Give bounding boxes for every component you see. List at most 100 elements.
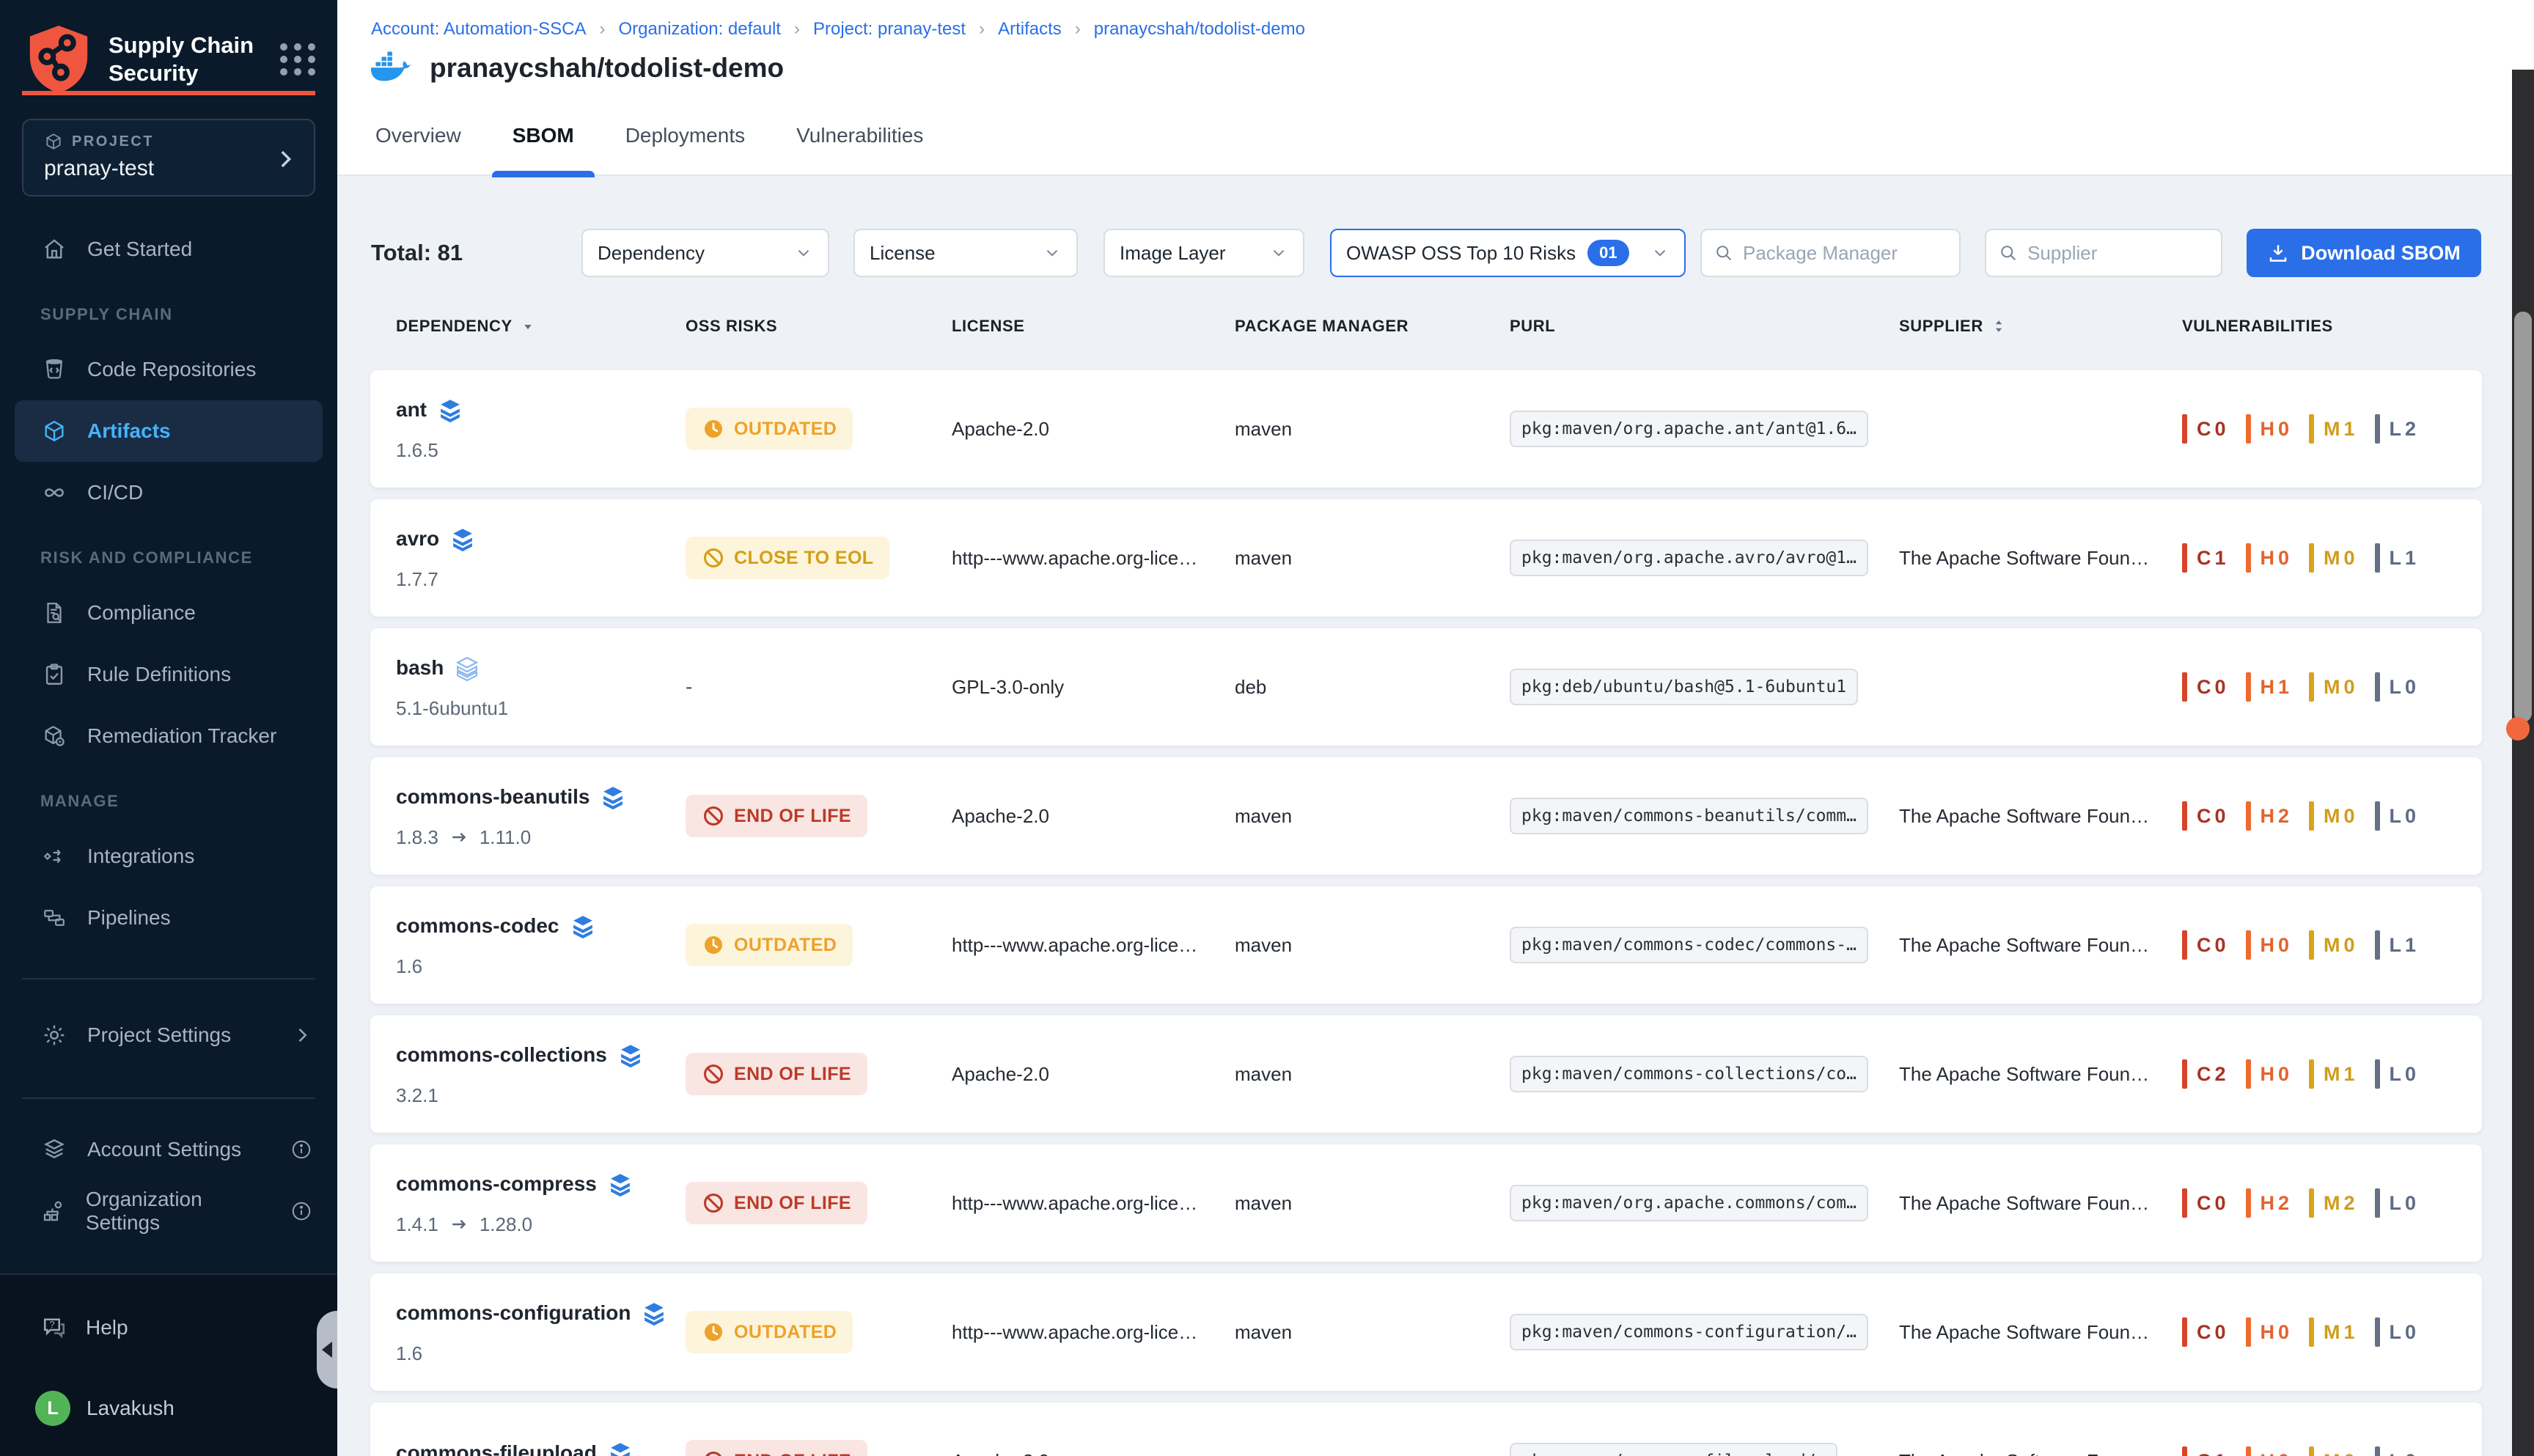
purl-value[interactable]: pkg:maven/commons-collections/co…: [1510, 1056, 1868, 1092]
sidebar-item-code-repositories[interactable]: Code Repositories: [0, 339, 337, 400]
download-sbom-button[interactable]: Download SBOM: [2247, 229, 2481, 277]
table-row-ant[interactable]: ant1.6.5OUTDATEDApache-2.0mavenpkg:maven…: [370, 370, 2482, 488]
table-row-commons-beanutils[interactable]: commons-beanutils1.8.31.11.0END OF LIFEA…: [370, 757, 2482, 875]
layers-icon: [617, 1042, 644, 1068]
oss-risk-label: END OF LIFE: [734, 1451, 851, 1456]
sidebar-item-rule-definitions[interactable]: Rule Definitions: [0, 644, 337, 705]
layers-icon: [607, 1171, 634, 1197]
dependency-name: ant: [396, 398, 427, 422]
image-layer-filter-dropdown[interactable]: Image Layer: [1103, 229, 1304, 277]
purl-value[interactable]: pkg:maven/org.apache.avro/avro@1…: [1510, 540, 1868, 576]
table-row-bash[interactable]: bash5.1-6ubuntu1-GPL-3.0-onlydebpkg:deb/…: [370, 628, 2482, 746]
oss-risks-cell: END OF LIFE: [686, 1015, 867, 1133]
column-supplier[interactable]: SUPPLIER: [1899, 317, 2007, 336]
low-count: L0: [2375, 801, 2420, 831]
sidebar-item-label: Rule Definitions: [87, 663, 231, 686]
table-row-commons-collections[interactable]: commons-collections3.2.1END OF LIFEApach…: [370, 1015, 2482, 1133]
owasp-oss-risks-filter-dropdown[interactable]: OWASP OSS Top 10 Risks 01: [1330, 229, 1686, 277]
sidebar: Supply Chain Security PROJECT pranay-tes…: [0, 0, 337, 1456]
sidebar-item-help[interactable]: ? Help: [0, 1297, 337, 1358]
oss-risk-empty: -: [686, 675, 692, 699]
table-row-commons-fileupload[interactable]: commons-fileuploadEND OF LIFEApache-2.0p…: [370, 1402, 2482, 1456]
table-row-commons-codec[interactable]: commons-codec1.6OUTDATEDhttp---www.apach…: [370, 886, 2482, 1004]
sidebar-item-ci-cd[interactable]: CI/CD: [0, 462, 337, 523]
dependency-cell: commons-fileupload: [396, 1402, 634, 1456]
filter-count-badge: 01: [1587, 240, 1628, 266]
table-row-commons-compress[interactable]: commons-compress1.4.11.28.0END OF LIFEht…: [370, 1144, 2482, 1262]
purl-value[interactable]: pkg:deb/ubuntu/bash@5.1-6ubuntu1: [1510, 669, 1858, 705]
scrollbar[interactable]: [2512, 70, 2534, 1456]
breadcrumb-account[interactable]: Account: Automation-SSCA: [371, 19, 586, 40]
tab-vulnerabilities[interactable]: Vulnerabilities: [792, 95, 928, 176]
table-row-commons-configuration[interactable]: commons-configuration1.6OUTDATEDhttp---w…: [370, 1273, 2482, 1391]
purl-value[interactable]: pkg:maven/org.apache.commons/com…: [1510, 1185, 1868, 1221]
sidebar-item-get-started[interactable]: Get Started: [0, 218, 337, 280]
user-menu[interactable]: L Lavakush: [0, 1378, 337, 1439]
high-count: H1: [2246, 672, 2294, 702]
high-count: H0: [2246, 1446, 2294, 1456]
purl-value[interactable]: pkg:maven/commons-codec/commons-…: [1510, 927, 1868, 963]
oss-risks-cell: OUTDATED: [686, 886, 853, 1004]
scrollbar-thumb[interactable]: [2514, 312, 2532, 722]
license-cell: http---www.apache.org-lice…: [952, 1273, 1197, 1391]
purl-cell: pkg:maven/commons-fileupload/…: [1510, 1402, 1837, 1456]
purl-value[interactable]: pkg:maven/commons-fileupload/…: [1510, 1443, 1837, 1456]
sidebar-item-label: Account Settings: [87, 1138, 241, 1161]
slash-circle-icon: [702, 1062, 725, 1086]
sidebar-item-artifacts[interactable]: Artifacts: [15, 400, 323, 462]
tab-overview[interactable]: Overview: [371, 95, 466, 176]
fix-version: 1.28.0: [480, 1213, 532, 1236]
purl-value[interactable]: pkg:maven/commons-beanutils/comm…: [1510, 798, 1868, 834]
chevron-down-icon: [1650, 243, 1670, 262]
purl-value[interactable]: pkg:maven/commons-configuration/…: [1510, 1314, 1868, 1350]
breadcrumb-artifacts[interactable]: Artifacts: [998, 19, 1062, 40]
package-manager-search-input[interactable]: [1743, 242, 1947, 265]
sidebar-item-project-settings[interactable]: Project Settings: [0, 1004, 337, 1066]
license-cell: Apache-2.0: [952, 757, 1049, 875]
medium-count: M1: [2309, 1317, 2359, 1347]
breadcrumb-separator: ›: [1075, 19, 1081, 40]
tab-deployments[interactable]: Deployments: [621, 95, 749, 176]
high-count: H0: [2246, 930, 2294, 960]
breadcrumb: Account: Automation-SSCA › Organization:…: [371, 19, 1305, 40]
breadcrumb-separator: ›: [599, 19, 605, 40]
sidebar-item-compliance[interactable]: Compliance: [0, 582, 337, 644]
home-icon: [40, 237, 68, 262]
sidebar-item-remediation-tracker[interactable]: Remediation Tracker: [0, 705, 337, 767]
sidebar-collapse-handle[interactable]: [317, 1311, 337, 1389]
sidebar-item-account-settings[interactable]: Account Settings: [0, 1119, 337, 1180]
package-manager-cell: maven: [1235, 886, 1292, 1004]
license-filter-dropdown[interactable]: License: [853, 229, 1078, 277]
high-count: H2: [2246, 1188, 2294, 1218]
breadcrumb-artifact-name[interactable]: pranaycshah/todolist-demo: [1094, 19, 1305, 40]
sidebar-item-integrations[interactable]: Integrations: [0, 826, 337, 887]
dependency-filter-dropdown[interactable]: Dependency: [581, 229, 829, 277]
layers-icon: [570, 913, 596, 939]
sidebar-item-pipelines[interactable]: Pipelines: [0, 887, 337, 949]
chevron-right-icon: [273, 147, 298, 172]
table-row-avro[interactable]: avro1.7.7CLOSE TO EOLhttp---www.apache.o…: [370, 499, 2482, 617]
sidebar-item-organization-settings[interactable]: Organization Settings: [0, 1180, 337, 1242]
breadcrumb-organization[interactable]: Organization: default: [618, 19, 780, 40]
user-name: Lavakush: [87, 1397, 175, 1420]
sidebar-item-label: Organization Settings: [86, 1188, 271, 1235]
supplier-search-input[interactable]: [2027, 242, 2209, 265]
project-selector[interactable]: PROJECT pranay-test: [22, 119, 315, 196]
oss-risks-cell: END OF LIFE: [686, 1402, 867, 1456]
tab-sbom[interactable]: SBOM: [508, 95, 579, 176]
package-manager-search: [1700, 229, 1961, 277]
oss-risks-cell: END OF LIFE: [686, 757, 867, 875]
dependency-name: commons-beanutils: [396, 785, 590, 809]
license-cell: Apache-2.0: [952, 370, 1049, 488]
oss-risk-badge: END OF LIFE: [686, 1053, 867, 1095]
app-switcher-icon[interactable]: [280, 43, 317, 76]
column-dependency[interactable]: DEPENDENCY: [396, 317, 536, 336]
dependency-cell: commons-collections3.2.1: [396, 1015, 644, 1133]
dependency-version: 1.6: [396, 955, 422, 978]
purl-value[interactable]: pkg:maven/org.apache.ant/ant@1.6…: [1510, 411, 1868, 447]
chevron-down-icon: [1043, 243, 1062, 262]
sidebar-item-label: Artifacts: [87, 419, 171, 443]
breadcrumb-project[interactable]: Project: pranay-test: [813, 19, 966, 40]
pipelines-icon: [40, 905, 68, 930]
dependency-cell: commons-configuration1.6: [396, 1273, 667, 1391]
